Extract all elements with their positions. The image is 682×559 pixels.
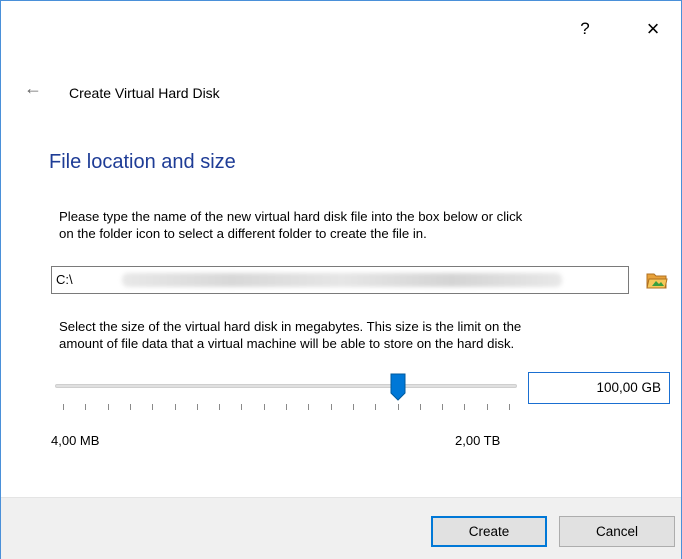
location-description: Please type the name of the new virtual … — [59, 208, 522, 242]
size-description: Select the size of the virtual hard disk… — [59, 318, 521, 352]
location-description-line: Please type the name of the new virtual … — [59, 209, 523, 224]
wizard-title: Create Virtual Hard Disk — [69, 85, 220, 101]
cancel-button[interactable]: Cancel — [559, 516, 675, 547]
slider-tick — [330, 404, 332, 410]
slider-tick — [397, 404, 399, 410]
create-button[interactable]: Create — [431, 516, 547, 547]
size-slider-handle[interactable] — [390, 373, 406, 401]
size-slider-track[interactable] — [55, 384, 517, 388]
slider-tick — [486, 404, 488, 410]
size-description-line: amount of file data that a virtual machi… — [59, 336, 515, 351]
slider-tick — [286, 404, 287, 410]
back-arrow-icon[interactable]: ← — [21, 77, 45, 99]
redacted-path — [122, 273, 562, 287]
file-path-value: C:\ — [56, 272, 73, 287]
slider-tick — [196, 404, 198, 410]
slider-tick — [241, 404, 243, 410]
help-button[interactable]: ? — [573, 17, 597, 41]
slider-tick — [174, 404, 176, 410]
slider-tick — [85, 404, 87, 410]
slider-tick — [129, 404, 131, 410]
size-input[interactable]: 100,00 GB — [528, 372, 670, 404]
slider-tick — [107, 404, 109, 410]
slider-max-label: 2,00 TB — [455, 433, 501, 448]
folder-icon[interactable] — [646, 270, 668, 290]
section-title: File location and size — [49, 151, 236, 173]
slider-tick — [442, 404, 444, 410]
slider-tick — [419, 404, 421, 410]
dialog-window: ? × ← Create Virtual Hard Disk File loca… — [0, 0, 682, 559]
slider-tick — [152, 404, 154, 410]
slider-tick — [464, 404, 466, 410]
location-description-line: on the folder icon to select a different… — [59, 226, 427, 241]
slider-tick — [308, 404, 310, 410]
size-description-line: Select the size of the virtual hard disk… — [59, 319, 522, 334]
file-path-input[interactable]: C:\ — [51, 266, 629, 294]
slider-tick — [263, 404, 265, 410]
close-button[interactable]: × — [639, 15, 667, 43]
slider-tick — [352, 404, 354, 410]
slider-min-label: 4,00 MB — [51, 433, 100, 448]
slider-tick — [509, 404, 510, 410]
slider-tick — [375, 404, 377, 410]
slider-tick — [219, 404, 221, 410]
slider-tick — [63, 404, 64, 410]
